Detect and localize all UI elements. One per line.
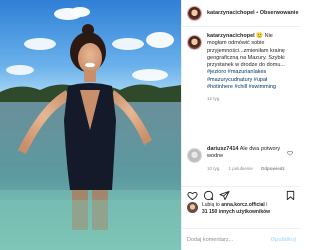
bookmark-icon[interactable]	[285, 190, 296, 201]
post-photo[interactable]	[0, 0, 181, 250]
caption-username[interactable]: katarzynacichopel	[207, 33, 255, 39]
caption-hashtags[interactable]: #jezioro #mazurianlakes #mazurycudnatury…	[207, 69, 276, 90]
comment-heart-icon[interactable]	[287, 150, 293, 156]
caption: katarzynacichopel 🙂 Nie mogłam odmówić s…	[187, 33, 297, 103]
share-icon[interactable]	[219, 190, 230, 201]
comment-icon[interactable]	[203, 190, 214, 201]
post-header: katarzynacichopel • Obserwowanie	[182, 0, 301, 27]
post-image	[0, 0, 181, 250]
author-avatar[interactable]	[187, 5, 202, 21]
add-comment-bar: Opublikuj	[182, 228, 301, 250]
liker-username[interactable]: anna.korcz.official	[221, 202, 265, 208]
likes-count[interactable]: 31 150 innych użytkowników	[202, 209, 270, 215]
post-side-panel: katarzynacichopel • Obserwowanie katarzy…	[181, 0, 301, 250]
action-bar	[182, 186, 301, 201]
author-username[interactable]: katarzynacichopel	[207, 10, 255, 16]
likes-summary: Lubią to anna.korcz.official i 31 150 in…	[187, 202, 299, 215]
liker-avatar[interactable]	[187, 202, 198, 213]
heart-icon[interactable]	[187, 190, 198, 201]
likes-prefix: Lubią to	[202, 202, 220, 208]
comments-section[interactable]: katarzynacichopel 🙂 Nie mogłam odmówić s…	[182, 28, 301, 186]
header-separator: •	[256, 9, 259, 16]
comment-input[interactable]	[187, 236, 271, 243]
commenter-username[interactable]: dariusz7414	[207, 146, 239, 152]
comment-meta: 10 tyg. 1 polubienie Odpowiedz	[207, 165, 287, 172]
follow-status-button[interactable]: Obserwowanie	[260, 10, 299, 16]
caption-body: katarzynacichopel 🙂 Nie mogłam odmówić s…	[207, 33, 293, 103]
commenter-avatar[interactable]	[187, 148, 202, 163]
caption-time: 12 tyg.	[207, 96, 221, 102]
reply-button[interactable]: Odpowiedz	[261, 165, 285, 172]
caption-avatar[interactable]	[187, 35, 202, 50]
comment-item: dariusz7414 Ale dwa potwory wodne 10 tyg…	[187, 146, 297, 172]
likes-connector: i	[266, 202, 268, 208]
likes-text: Lubią to anna.korcz.official i 31 150 in…	[202, 202, 270, 215]
comment-body: dariusz7414 Ale dwa potwory wodne 10 tyg…	[207, 146, 287, 172]
publish-button[interactable]: Opublikuj	[271, 237, 296, 243]
comment-time: 10 tyg.	[207, 165, 221, 171]
header-text: katarzynacichopel • Obserwowanie	[207, 10, 299, 17]
comment-likes[interactable]: 1 polubienie	[229, 165, 253, 172]
